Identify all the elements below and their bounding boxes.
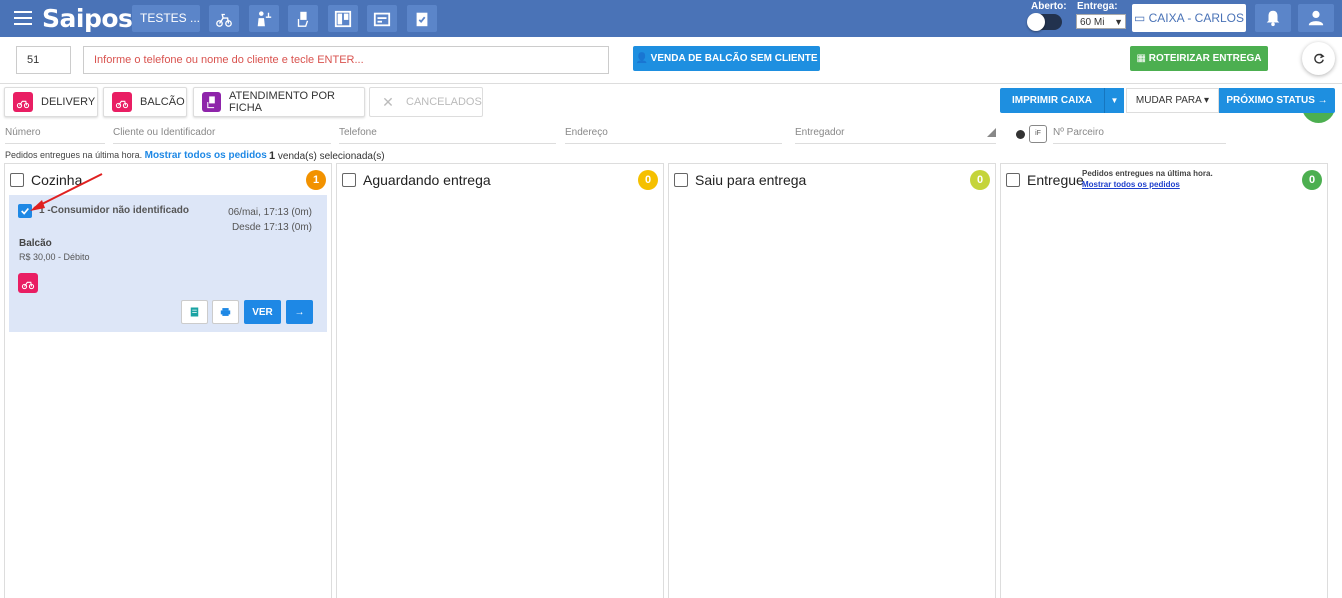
logo: Saipos [42, 4, 133, 33]
printer-icon [220, 308, 231, 316]
cash-register-icon[interactable] [367, 5, 397, 32]
filter-numero[interactable]: Número [5, 124, 105, 144]
column-aguardando: Aguardando entrega 0 [336, 163, 664, 598]
filter-telefone[interactable]: Telefone [339, 124, 556, 144]
close-icon: ✕ [382, 93, 394, 110]
order-type: Balcão [19, 238, 52, 249]
bell-icon [1266, 10, 1280, 27]
column-checkbox[interactable] [674, 173, 688, 187]
order-card[interactable]: 1 -Consumidor não identificado 06/mai, 1… [9, 195, 327, 332]
balcao-icon [112, 92, 132, 112]
column-checkbox[interactable] [342, 173, 356, 187]
mudar-para-button[interactable]: MUDAR PARA ▾ [1126, 88, 1219, 113]
order-price: R$ 30,00 - Débito [19, 252, 90, 262]
show-all-orders-link[interactable]: Mostrar todos os pedidos [145, 150, 267, 161]
filter-endereco[interactable]: Endereço [565, 124, 782, 144]
count-badge: 0 [638, 170, 658, 190]
column-title: Entregue [1027, 172, 1084, 188]
caixa-button[interactable]: ▭ CAIXA - CARLOS [1132, 4, 1246, 32]
order-time: 06/mai, 17:13 (0m) Desde 17:13 (0m) [228, 207, 312, 233]
sort-icon[interactable] [987, 128, 996, 137]
board-icon[interactable] [328, 5, 358, 32]
count-badge: 0 [1302, 170, 1322, 190]
imprimir-dropdown-toggle[interactable]: ▼ [1104, 88, 1124, 113]
column-entregue: Entregue Pedidos entregues na última hor… [1000, 163, 1328, 598]
tab-atendimento-ficha[interactable]: ATENDIMENTO POR FICHA [193, 87, 365, 117]
print-button[interactable] [212, 300, 239, 324]
filter-parceiro[interactable]: Nº Parceiro [1053, 124, 1226, 144]
aberto-toggle[interactable] [1027, 13, 1062, 31]
menu-icon[interactable] [14, 11, 32, 25]
search-row: 51 Informe o telefone ou nome do cliente… [0, 37, 1342, 84]
tab-cancelados[interactable]: ✕ CANCELADOS [369, 87, 483, 117]
user-button[interactable] [1298, 4, 1334, 32]
filter-entregador[interactable]: Entregador [795, 124, 996, 144]
next-status-button[interactable]: → [286, 300, 313, 324]
tab-delivery[interactable]: DELIVERY [4, 87, 98, 117]
store-selector[interactable]: TESTES ... [132, 5, 200, 32]
arrow-right-icon: → [294, 306, 305, 318]
user-icon [1308, 10, 1324, 26]
info-line: Pedidos entregues na última hora. Mostra… [5, 150, 267, 161]
roteirizar-button[interactable]: ▦ ROTEIRIZAR ENTREGA [1130, 46, 1268, 71]
selected-count: 1 venda(s) selecionada(s) [269, 150, 385, 162]
column-note: Pedidos entregues na última hora. Mostrar… [1082, 169, 1213, 189]
order-number-input[interactable]: 51 [16, 46, 71, 74]
column-checkbox[interactable] [1006, 173, 1020, 187]
annotation-arrow-icon [30, 173, 103, 211]
chevron-down-icon: ▼ [1114, 17, 1123, 27]
map-icon: ▦ [1136, 53, 1149, 64]
count-badge: 0 [970, 170, 990, 190]
notifications-button[interactable] [1255, 4, 1291, 32]
partner-logo-icon[interactable]: iF [1029, 125, 1047, 143]
column-title: Aguardando entrega [363, 172, 491, 188]
refresh-icon [1313, 53, 1325, 64]
waiter-icon[interactable] [249, 5, 279, 32]
proximo-status-button[interactable]: PRÓXIMO STATUS → [1219, 88, 1335, 113]
delivery-icon [13, 92, 33, 112]
column-checkbox[interactable] [10, 173, 24, 187]
ficha-icon [202, 92, 222, 112]
receipt-button[interactable] [181, 300, 208, 324]
venda-balcao-button[interactable]: 👤 VENDA DE BALCÃO SEM CLIENTE [633, 46, 820, 71]
aberto-label: Aberto: [1031, 1, 1067, 12]
cash-icon: ▭ [1133, 11, 1149, 25]
imprimir-caixa-button[interactable]: IMPRIMIR CAIXA [1000, 88, 1104, 113]
entrega-select[interactable]: 60 Mi ▼ [1076, 14, 1126, 29]
minus-circle-icon[interactable] [1016, 130, 1025, 139]
entrega-label: Entrega: [1077, 1, 1118, 12]
filter-cliente[interactable]: Cliente ou Identificador [113, 124, 331, 144]
ver-button[interactable]: VER [244, 300, 281, 324]
column-title: Saiu para entrega [695, 172, 807, 188]
delivery-moto-icon [18, 273, 38, 293]
customer-search-input[interactable]: Informe o telefone ou nome do cliente e … [83, 46, 609, 74]
hand-ticket-icon[interactable] [288, 5, 318, 32]
clipboard-check-icon[interactable] [407, 5, 437, 32]
top-bar: Saipos TESTES ... Aberto: Entrega: 60 Mi… [0, 0, 1342, 37]
refresh-button[interactable] [1302, 42, 1335, 75]
person-icon: 👤 [635, 53, 651, 64]
receipt-icon [190, 307, 199, 317]
count-badge: 1 [306, 170, 326, 190]
tab-balcao[interactable]: BALCÃO [103, 87, 187, 117]
delivery-moto-icon[interactable] [209, 5, 239, 32]
show-all-orders-link[interactable]: Mostrar todos os pedidos [1082, 180, 1180, 189]
column-saiu: Saiu para entrega 0 [668, 163, 996, 598]
